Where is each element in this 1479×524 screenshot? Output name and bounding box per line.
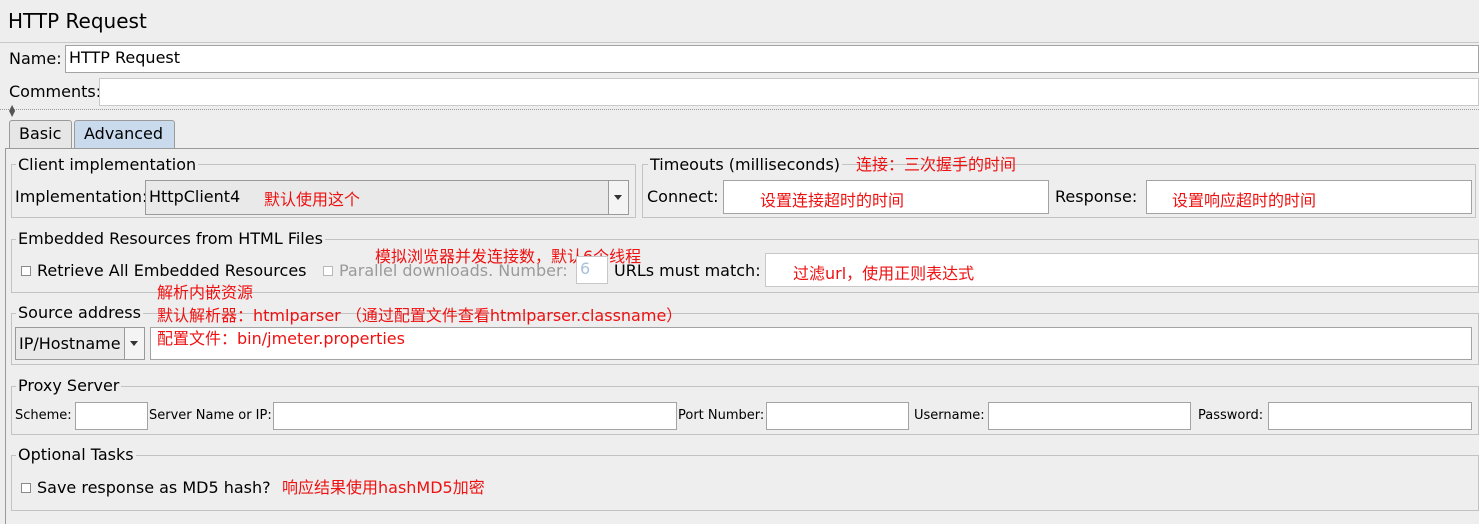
annotation-url-filter: 过滤url，使用正则表达式 [793,264,975,283]
username-input[interactable] [988,402,1191,430]
source-type-value: IP/Hostname [19,334,121,353]
retrieve-embedded-label: Retrieve All Embedded Resources [37,261,307,280]
annotation-default-parser: 默认解析器：htmlparser （通过配置文件查看htmlparser.cla… [157,306,683,325]
source-address-legend: Source address [16,303,143,322]
client-implementation-legend: Client implementation [16,155,199,174]
annotation-connect-timeout: 设置连接超时的时间 [760,191,905,210]
md5-hash-label: Save response as MD5 hash? [37,478,271,497]
dropdown-arrow-icon[interactable] [124,328,144,359]
username-label: Username: [914,408,985,423]
tab-advanced[interactable]: Advanced [74,120,175,148]
password-input[interactable] [1268,402,1472,430]
scheme-label: Scheme: [15,408,72,423]
annotation-default-impl: 默认使用这个 [264,190,361,209]
divider-line [0,109,1479,110]
parallel-downloads-checkbox[interactable] [323,266,333,276]
timeouts-legend: Timeouts (milliseconds) [648,155,843,174]
annotation-config-file: 配置文件：bin/jmeter.properties [157,329,405,348]
server-name-label: Server Name or IP: [149,408,272,423]
name-label: Name: [9,49,62,68]
annotation-response-timeout: 设置响应超时的时间 [1172,191,1317,210]
proxy-server-legend: Proxy Server [16,376,122,395]
collapse-arrows-icon[interactable]: ▲ ▼ [9,104,15,118]
urls-must-match-label: URLs must match: [614,261,761,280]
server-name-input[interactable] [273,402,677,430]
password-label: Password: [1198,408,1264,423]
port-number-label: Port Number: [678,408,765,423]
scheme-input[interactable] [75,402,148,430]
implementation-label: Implementation: [15,187,148,206]
title-separator [0,42,1479,43]
implementation-select[interactable]: HttpClient4 [145,180,629,215]
response-label: Response: [1055,187,1138,206]
split-divider[interactable]: ▲ ▼ [0,104,1479,118]
source-type-select[interactable]: IP/Hostname [15,327,145,360]
parallel-downloads-label: Parallel downloads. Number: [339,261,568,280]
embedded-resources-legend: Embedded Resources from HTML Files [16,229,325,248]
implementation-value: HttpClient4 [149,187,241,206]
dropdown-arrow-icon[interactable] [608,181,628,214]
panel-title: HTTP Request [8,9,147,33]
comments-label: Comments: [9,82,102,101]
connect-label: Connect: [647,187,719,206]
comments-input[interactable] [99,78,1479,106]
parallel-number-input[interactable]: 6 [576,256,608,284]
optional-tasks-legend: Optional Tasks [16,445,136,464]
md5-hash-checkbox[interactable] [21,483,31,493]
retrieve-embedded-checkbox[interactable] [21,266,31,276]
annotation-connect-handshake: 连接：三次握手的时间 [856,155,1017,174]
annotation-parse-embedded: 解析内嵌资源 [157,283,254,302]
port-number-input[interactable] [766,402,909,430]
annotation-md5: 响应结果使用hashMD5加密 [282,478,485,497]
tab-basic[interactable]: Basic [9,120,72,148]
name-input[interactable]: HTTP Request [65,45,1479,73]
